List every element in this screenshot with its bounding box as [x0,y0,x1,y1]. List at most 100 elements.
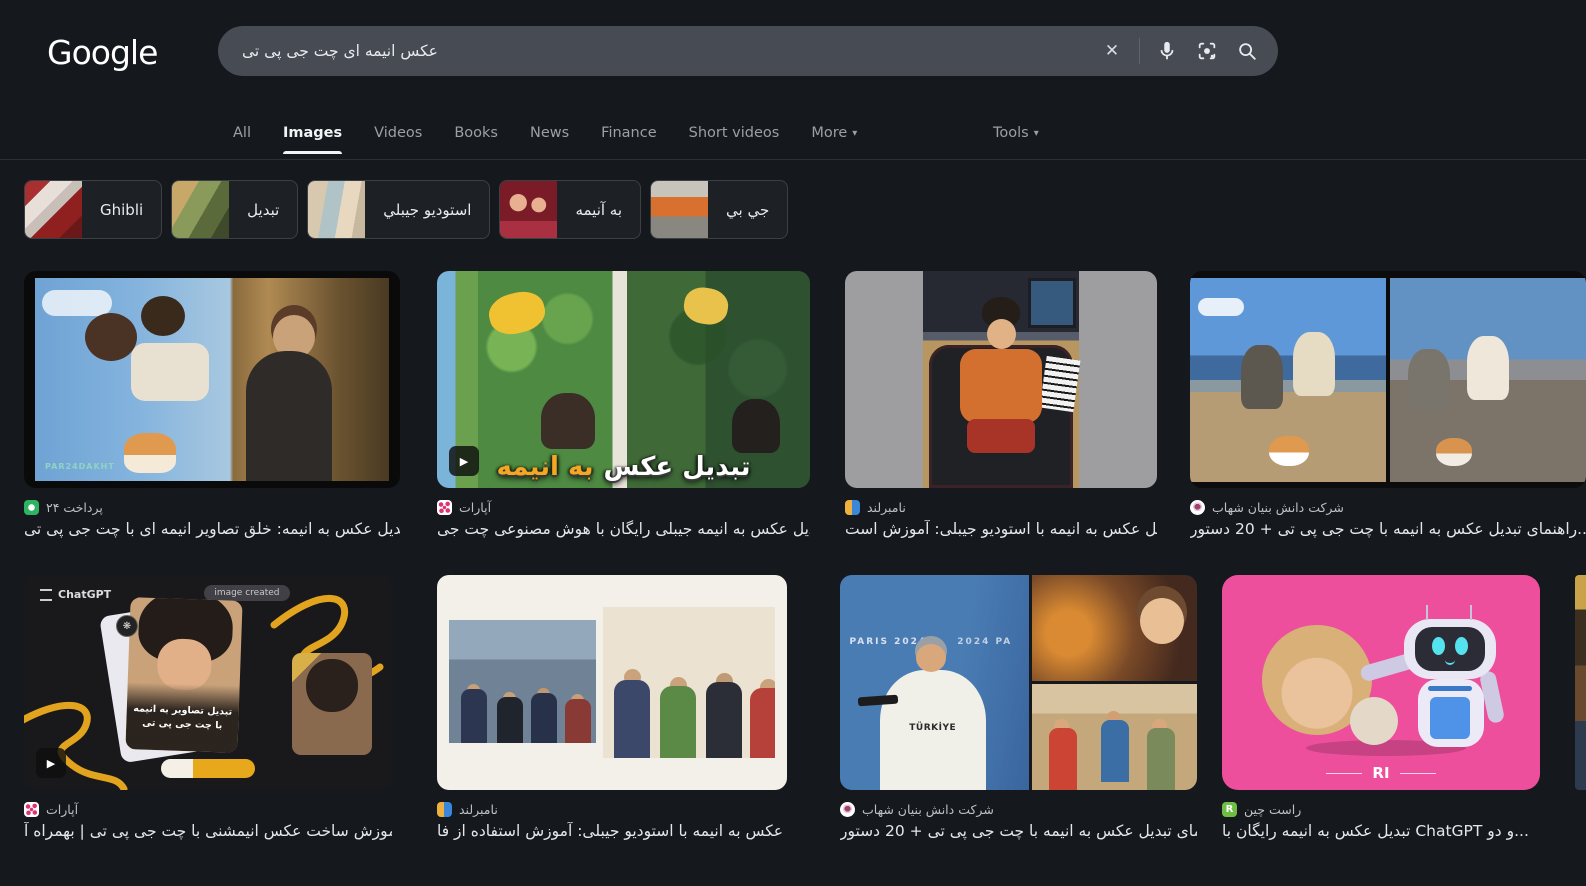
character-shape [131,343,209,401]
voice-search-button[interactable] [1154,38,1180,64]
search-bar[interactable]: عکس انیمه ای چت جی پی تی ✕ [218,26,1278,76]
tab-more[interactable]: More▾ [811,125,857,141]
monitor-shape [1028,278,1076,328]
art-panels: PAR24DAKHT [35,278,389,481]
chatgpt-brand-text: ChatGPT [40,588,111,601]
chatgpt-logo-icon: ❋ [116,615,138,637]
filter-chip-tabdil[interactable]: تبدیل [171,180,298,239]
result-title[interactable]: تبدیل عکس به انیمه جیبلی رایگان با هوش م… [437,520,810,538]
result-source[interactable]: نامبرلند [845,500,1157,515]
result-title[interactable]: راهنمای تبدیل عکس به انیمه با چت جی پی ت… [840,822,1197,840]
anime-card-shape: تبدیل تصاویر به انیمه با چت جی پی تی [125,597,242,753]
character-shape [732,399,780,453]
image-result: RI راست چین تبدیل عکس به انیمه رایگان با… [1222,575,1540,840]
source-favicon-icon [24,500,39,515]
tab-finance[interactable]: Finance [601,125,656,141]
result-title[interactable]: تبدیل عکس به انیمه با استودیو جیبلی: آمو… [845,520,1157,538]
result-source[interactable]: آپارات [437,500,810,515]
microphone-icon [1156,40,1178,62]
image-result: نامبرلند تبدیل عکس به انیمه با استودیو ج… [845,271,1157,538]
result-image[interactable]: ChatGPT image created تبدیل تصاویر به ان… [24,575,392,790]
result-title[interactable]: تبدیل عکس به انیمه رایگان با ChatGPT و د… [1222,822,1540,840]
corgi-shape [1269,436,1309,466]
result-title[interactable]: راهنمای تبدیل عکس به انیمه با چت جی پی ت… [1190,520,1586,538]
result-source[interactable]: نامبرلند [437,802,787,817]
chip-thumbnail [172,181,229,238]
tab-images[interactable]: Images [283,125,342,141]
watermark-text: PAR24DAKHT [45,462,115,471]
filter-chip-studio-ghibli[interactable]: استودیو جیبلي [307,180,490,239]
result-image[interactable]: PARIS 2024 2024 PA TÜRKİYE [840,575,1197,790]
close-icon: ✕ [1105,41,1119,61]
result-image[interactable] [437,575,787,790]
photo-panel [449,620,596,743]
clipped-result-image[interactable] [1575,575,1586,790]
card-caption: تبدیل تصاویر به انیمه با چت جی پی تی [125,682,239,753]
result-image[interactable]: تبدیل عکس به انیمه ▶ [437,271,810,488]
result-source[interactable]: آپارات [24,802,392,817]
image-result: PAR24DAKHT پرداخت ۲۴ تبدیل عکس به انیمه:… [24,271,400,538]
photo-panel [292,653,372,755]
tab-videos[interactable]: Videos [374,125,422,141]
chip-thumbnail [500,181,557,238]
result-source[interactable]: شرکت دانش بنیان شهاب [840,802,1197,817]
source-favicon-icon [1190,500,1205,515]
character-shape [85,313,137,361]
result-title[interactable]: تبدیل عکس به انیمه: خلق تصاویر انیمه ای … [24,520,400,538]
result-image[interactable] [1190,271,1586,488]
character-shape [1241,345,1283,409]
result-source[interactable]: پرداخت ۲۴ [24,500,400,515]
tab-all[interactable]: All [233,125,251,141]
camera-lens-icon [1196,40,1218,62]
robot-detail-shape [1428,686,1472,691]
chevron-down-icon: ▾ [852,128,857,139]
result-source[interactable]: راست چین [1222,802,1540,817]
search-input[interactable]: عکس انیمه ای چت جی پی تی [242,26,438,76]
chevron-down-icon: ▾ [1034,128,1039,139]
robot-body-shape [1418,679,1484,747]
result-title[interactable]: آموزش ساخت عکس انیمشنی با چت جی پی تی | … [24,822,392,840]
google-logo[interactable]: Google [47,33,157,72]
character-shape: TÜRKİYE [880,670,986,790]
character-shape [461,689,487,743]
filter-chip-ghibli[interactable]: Ghibli [24,180,162,239]
result-image[interactable]: RI [1222,575,1540,790]
robot-head-shape [1404,619,1496,679]
character-shape [485,287,549,339]
chip-thumbnail [25,181,82,238]
character-shape [916,644,946,672]
source-favicon-icon [24,802,39,817]
image-created-badge: image created [204,585,289,601]
filter-chip-be-anime[interactable]: به آنیمه [499,180,641,239]
image-result: ChatGPT image created تبدیل تصاویر به ان… [24,575,392,840]
shooting-scene-panel: PARIS 2024 2024 PA TÜRKİYE [840,575,1029,790]
tab-short-videos[interactable]: Short videos [689,125,780,141]
antenna-shape [1426,605,1428,620]
source-favicon-icon [1222,802,1237,817]
robot-detail-shape [1430,697,1470,739]
result-image[interactable] [845,271,1157,488]
chip-thumbnail [651,181,708,238]
tab-books[interactable]: Books [454,125,498,141]
character-shape [141,296,185,336]
clear-search-button[interactable]: ✕ [1099,38,1125,64]
play-button[interactable]: ▶ [36,748,66,778]
brand-logo-text: RI [1222,764,1540,782]
divider [0,159,1586,160]
result-image[interactable]: PAR24DAKHT [24,271,400,488]
tab-news[interactable]: News [530,125,569,141]
tab-tools[interactable]: Tools▾ [993,125,1039,141]
filter-chip-ji-bi[interactable]: جي بي [650,180,788,239]
pistol-shape [857,695,898,707]
lens-search-button[interactable] [1194,38,1220,64]
character-shape [681,285,731,328]
search-submit-button[interactable] [1234,38,1260,64]
result-source[interactable]: شرکت دانش بنیان شهاب [1190,500,1586,515]
play-icon: ▶ [460,455,468,468]
image-result: PARIS 2024 2024 PA TÜRKİYE شرکت دانش بنی… [840,575,1197,840]
play-button[interactable]: ▶ [449,446,479,476]
character-shape [967,419,1036,454]
result-title[interactable]: تبدیل عکس به انیمه با استودیو جیبلی: آمو… [437,822,787,840]
character-shape [960,349,1041,423]
corgi-shape [124,433,176,473]
